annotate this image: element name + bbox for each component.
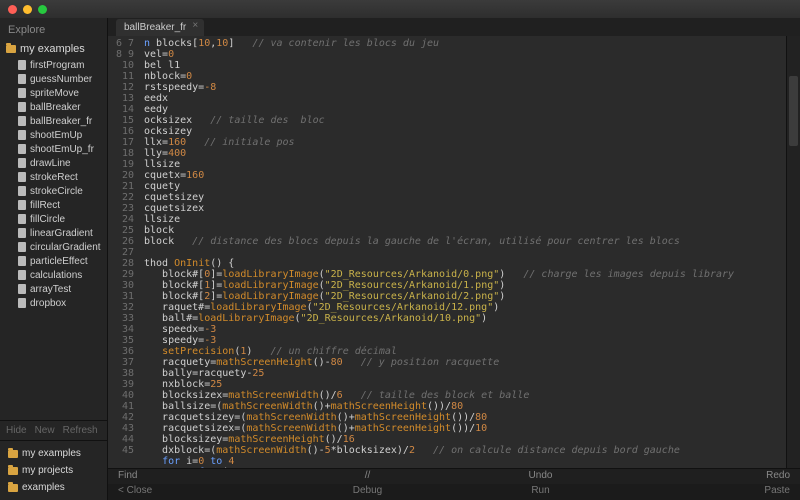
file-icon (18, 284, 26, 294)
file-shootEmUp_fr[interactable]: shootEmUp_fr (0, 142, 107, 156)
status-undo[interactable]: Undo (454, 469, 627, 484)
editor-area: ballBreaker_fr × 6 7 8 9 10 11 12 13 14 … (108, 18, 800, 500)
file-ballBreaker_fr[interactable]: ballBreaker_fr (0, 114, 107, 128)
file-ballBreaker[interactable]: ballBreaker (0, 100, 107, 114)
file-label: shootEmUp (30, 130, 82, 141)
folder-label: my projects (22, 465, 73, 476)
file-icon (18, 242, 26, 252)
file-icon (18, 228, 26, 238)
file-arrayTest[interactable]: arrayTest (0, 282, 107, 296)
file-calculations[interactable]: calculations (0, 268, 107, 282)
file-drawLine[interactable]: drawLine (0, 156, 107, 170)
status-comment[interactable]: // (281, 469, 454, 484)
file-firstProgram[interactable]: firstProgram (0, 58, 107, 72)
file-shootEmUp[interactable]: shootEmUp (0, 128, 107, 142)
footer-run[interactable]: Run (454, 484, 627, 500)
file-icon (18, 88, 26, 98)
file-icon (18, 200, 26, 210)
file-spriteMove[interactable]: spriteMove (0, 86, 107, 100)
file-linearGradient[interactable]: linearGradient (0, 226, 107, 240)
file-label: dropbox (30, 298, 66, 309)
file-strokeRect[interactable]: strokeRect (0, 170, 107, 184)
minimize-icon[interactable] (23, 5, 32, 14)
minimap-thumb[interactable] (789, 76, 798, 146)
file-icon (18, 298, 26, 308)
sidebar: Explore my examples firstProgram guessNum… (0, 18, 108, 500)
tab-label: ballBreaker_fr (124, 22, 186, 33)
file-fillRect[interactable]: fillRect (0, 198, 107, 212)
tab-bar: ballBreaker_fr × (108, 18, 800, 36)
folder-examples[interactable]: examples (0, 479, 107, 496)
file-label: circularGradient (30, 242, 101, 253)
folder-icon (6, 45, 16, 53)
file-fillCircle[interactable]: fillCircle (0, 212, 107, 226)
window-controls (8, 5, 47, 14)
code-content[interactable]: n blocks[10,10] // va contenir les blocs… (140, 36, 786, 468)
file-icon (18, 172, 26, 182)
file-icon (18, 144, 26, 154)
file-icon (18, 158, 26, 168)
action-refresh[interactable]: Refresh (63, 425, 98, 436)
file-icon (18, 256, 26, 266)
folder-icon (8, 450, 18, 458)
file-label: strokeRect (30, 172, 78, 183)
file-label: fillRect (30, 200, 60, 211)
line-gutter: 6 7 8 9 10 11 12 13 14 15 16 17 18 19 20… (108, 36, 140, 468)
sidebar-actions: Hide New Refresh (0, 420, 107, 441)
status-bar: Find // Undo Redo (108, 468, 800, 484)
footer-debug[interactable]: Debug (281, 484, 454, 500)
file-label: ballBreaker_fr (30, 116, 92, 127)
file-label: shootEmUp_fr (30, 144, 94, 155)
footer-paste[interactable]: Paste (627, 484, 800, 500)
folder-my-projects[interactable]: my projects (0, 462, 107, 479)
titlebar (0, 0, 800, 18)
file-icon (18, 74, 26, 84)
file-icon (18, 130, 26, 140)
zoom-icon[interactable] (38, 5, 47, 14)
file-icon (18, 116, 26, 126)
file-label: firstProgram (30, 60, 84, 71)
folder-icon (8, 467, 18, 475)
action-new[interactable]: New (35, 425, 55, 436)
file-icon (18, 102, 26, 112)
file-label: guessNumber (30, 74, 92, 85)
folder-label: examples (22, 482, 65, 493)
file-strokeCircle[interactable]: strokeCircle (0, 184, 107, 198)
folder-my-examples[interactable]: my examples (0, 445, 107, 462)
file-icon (18, 214, 26, 224)
file-label: spriteMove (30, 88, 79, 99)
file-label: ballBreaker (30, 102, 81, 113)
sidebar-header: Explore (0, 18, 107, 40)
minimap[interactable] (786, 36, 800, 468)
tab-ballbreaker-fr[interactable]: ballBreaker_fr × (116, 19, 204, 36)
file-dropbox[interactable]: dropbox (0, 296, 107, 310)
file-label: drawLine (30, 158, 71, 169)
file-circularGradient[interactable]: circularGradient (0, 240, 107, 254)
folder-root[interactable]: my examples (0, 40, 107, 58)
file-tree: my examples firstProgram guessNumber sprit… (0, 40, 107, 420)
code-editor[interactable]: 6 7 8 9 10 11 12 13 14 15 16 17 18 19 20… (108, 36, 800, 468)
action-hide[interactable]: Hide (6, 425, 27, 436)
file-label: linearGradient (30, 228, 93, 239)
status-find[interactable]: Find (108, 469, 281, 484)
file-particleEffect[interactable]: particleEffect (0, 254, 107, 268)
folder-label: my examples (20, 43, 85, 55)
close-icon[interactable] (8, 5, 17, 14)
folder-shortcuts: my examples my projects examples (0, 441, 107, 500)
folder-label: my examples (22, 448, 81, 459)
file-label: fillCircle (30, 214, 65, 225)
close-icon[interactable]: × (190, 21, 200, 31)
file-icon (18, 60, 26, 70)
folder-icon (8, 484, 18, 492)
file-label: calculations (30, 270, 82, 281)
file-guessNumber[interactable]: guessNumber (0, 72, 107, 86)
file-label: strokeCircle (30, 186, 83, 197)
file-icon (18, 270, 26, 280)
file-label: particleEffect (30, 256, 88, 267)
footer-close[interactable]: < Close (108, 484, 281, 500)
footer-bar: < Close Debug Run Paste (108, 484, 800, 500)
file-icon (18, 186, 26, 196)
file-label: arrayTest (30, 284, 71, 295)
status-redo[interactable]: Redo (627, 469, 800, 484)
